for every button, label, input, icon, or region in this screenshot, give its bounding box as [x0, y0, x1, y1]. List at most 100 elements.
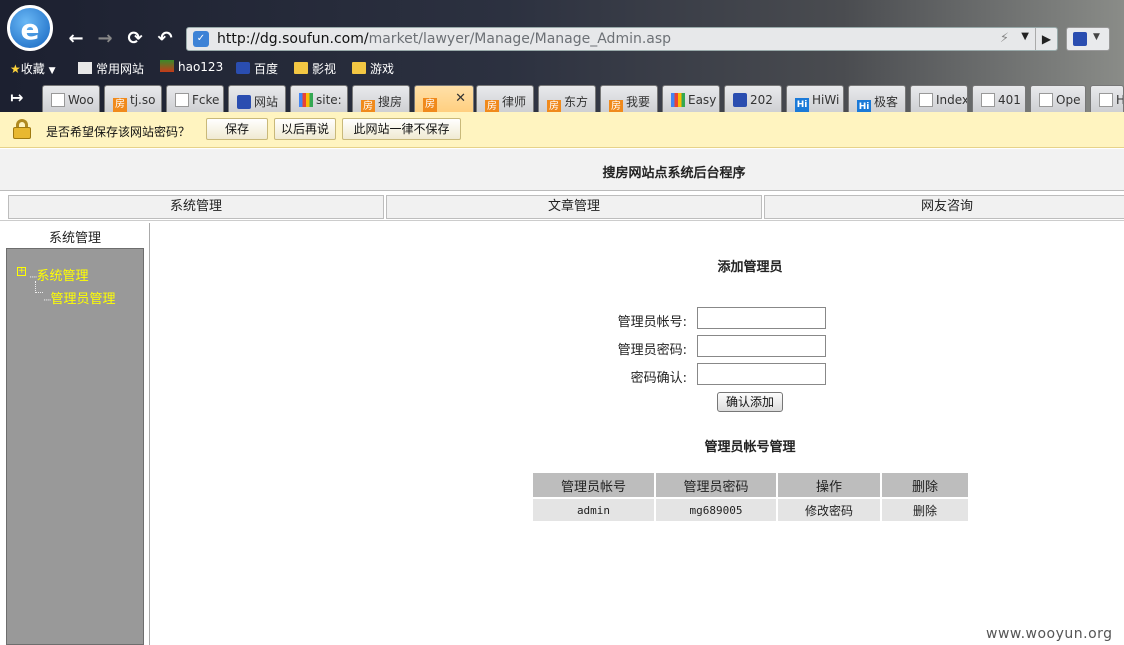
tab[interactable]: Ope	[1030, 85, 1086, 112]
browser-logo-icon[interactable]: e	[7, 5, 53, 51]
browser-chrome: e ← → ⟳ ↶ ✓ http://dg.soufun.com/market/…	[0, 0, 1124, 112]
save-password-button[interactable]: 保存	[206, 118, 268, 140]
bookmark-favorites[interactable]: ★收藏 ▼	[10, 60, 56, 77]
confirm-label: 密码确认:	[630, 371, 687, 386]
tab[interactable]: 房搜房	[352, 85, 410, 112]
tab[interactable]: 202	[724, 85, 782, 112]
tab[interactable]: Hi HiWi	[786, 85, 844, 112]
lightning-icon[interactable]: ⚡	[1000, 31, 1009, 46]
undo-icon[interactable]: ↶	[153, 27, 177, 51]
tab[interactable]: site:	[290, 85, 348, 112]
sidebar: 系统管理 + 系统管理 管理员管理	[0, 223, 150, 645]
go-arrow-icon[interactable]: ▶	[1035, 28, 1057, 50]
tree-expand-icon[interactable]: +	[17, 267, 26, 276]
column-header: 删除	[882, 473, 968, 497]
bookmark-video[interactable]: 影视	[294, 60, 336, 77]
tab[interactable]: Fcke	[166, 85, 224, 112]
chevron-down-icon: ▼	[1093, 32, 1100, 42]
nav-system-management[interactable]: 系统管理	[8, 195, 384, 219]
password-label: 管理员密码:	[617, 343, 687, 358]
bookmark-hao123[interactable]: hao123	[160, 60, 223, 74]
change-password-link[interactable]: 修改密码	[778, 499, 880, 521]
tab-label: Ope	[1056, 93, 1081, 107]
tab-label: 东方	[564, 95, 589, 109]
tab-label: Index	[936, 93, 968, 107]
lock-icon	[12, 119, 32, 139]
column-header: 操作	[778, 473, 880, 497]
tab-label: Fcke	[192, 93, 220, 107]
tab[interactable]: 房 tj.so	[104, 85, 162, 112]
later-button[interactable]: 以后再说	[274, 118, 336, 140]
tab[interactable]: Easy	[662, 85, 720, 112]
tab-label: tj.so	[130, 93, 156, 107]
page-icon	[1039, 93, 1053, 107]
tab[interactable]: H	[1090, 85, 1124, 112]
tab[interactable]: 网站	[228, 85, 286, 112]
google-icon	[299, 93, 313, 107]
tab-label: site:	[316, 93, 342, 107]
main-nav: 系统管理 文章管理 网友咨询	[0, 193, 1124, 221]
tab-label: H	[1116, 93, 1123, 107]
baidu-icon	[733, 93, 747, 107]
tab-label: HiWi	[812, 93, 840, 107]
tab-label: Woo	[68, 93, 94, 107]
page-icon	[175, 93, 189, 107]
bookmark-common-sites[interactable]: 常用网站	[78, 60, 144, 77]
baidu-icon	[237, 95, 251, 109]
page-icon	[51, 93, 65, 107]
table-header-row: 管理员帐号 管理员密码 操作 删除	[533, 473, 968, 497]
folder-icon	[352, 62, 366, 74]
tab-active[interactable]: 房 ✕	[414, 85, 474, 112]
tab[interactable]: Woo	[42, 85, 100, 112]
admin-table: 管理员帐号 管理员密码 操作 删除 admin mg689005 修改密码 删除	[531, 471, 970, 523]
account-input[interactable]	[697, 307, 826, 329]
tab-label: 网站	[254, 95, 279, 109]
tab[interactable]: 401	[972, 85, 1026, 112]
bookmarks-bar: ★收藏 ▼ 常用网站 hao123 百度 影视 游戏	[0, 58, 1124, 80]
nav-article-management[interactable]: 文章管理	[386, 195, 762, 219]
search-engine-button[interactable]: ▼	[1066, 27, 1110, 51]
page-icon	[919, 93, 933, 107]
address-bar[interactable]: ✓ http://dg.soufun.com/market/lawyer/Man…	[186, 27, 1058, 51]
tab-list-arrow-icon[interactable]: ↦	[10, 88, 23, 107]
nav-user-consultation[interactable]: 网友咨询	[764, 195, 1124, 219]
bookmark-label: 游戏	[370, 62, 395, 76]
url-text[interactable]: http://dg.soufun.com/market/lawyer/Manag…	[217, 31, 671, 47]
tab-label: Easy	[688, 93, 717, 107]
tab[interactable]: 房我要	[600, 85, 658, 112]
chevron-down-icon[interactable]: ▼	[1021, 31, 1029, 42]
confirm-password-input[interactable]	[697, 363, 826, 385]
forward-icon[interactable]: →	[93, 27, 117, 51]
tree-item-label: 系统管理	[36, 269, 89, 284]
password-input[interactable]	[697, 335, 826, 357]
sites-icon	[78, 62, 92, 74]
admin-list-title: 管理员帐号管理	[704, 440, 796, 455]
never-save-button[interactable]: 此网站一律不保存	[342, 118, 461, 140]
confirm-add-button[interactable]: 确认添加	[717, 392, 783, 412]
page-icon	[1099, 93, 1113, 107]
bookmark-label: hao123	[178, 60, 224, 74]
close-tab-icon[interactable]: ✕	[455, 91, 466, 106]
fang-icon: 房	[361, 100, 375, 112]
baidu-icon	[236, 62, 250, 74]
page-title: 搜房网站点系统后台程序	[602, 166, 746, 181]
tab-label: 202	[750, 93, 773, 107]
back-icon[interactable]: ←	[64, 27, 88, 51]
password-save-bar: 是否希望保存该网站密码？ 保存 以后再说 此网站一律不保存	[0, 112, 1124, 148]
refresh-icon[interactable]: ⟳	[123, 27, 147, 51]
fang-icon: 房	[609, 100, 623, 112]
tree-item-admin-management[interactable]: 管理员管理	[43, 288, 115, 307]
watermark: www.wooyun.org	[986, 626, 1113, 642]
baidu-icon	[1073, 32, 1087, 46]
bookmark-games[interactable]: 游戏	[352, 60, 394, 77]
tab[interactable]: Hi 极客	[848, 85, 906, 112]
tab[interactable]: Index	[910, 85, 968, 112]
tab[interactable]: 房律师	[476, 85, 534, 112]
hao123-icon	[160, 60, 174, 72]
main-content: 添加管理员 管理员帐号: 管理员密码: 密码确认: 确认添加 管理员帐号管理 管…	[151, 223, 1124, 645]
url-path: market/lawyer/Manage/Manage_Admin.asp	[368, 31, 672, 47]
delete-link[interactable]: 删除	[882, 499, 968, 521]
bookmark-baidu[interactable]: 百度	[236, 60, 278, 77]
tab[interactable]: 房东方	[538, 85, 596, 112]
tab-label: 搜房	[378, 95, 403, 109]
